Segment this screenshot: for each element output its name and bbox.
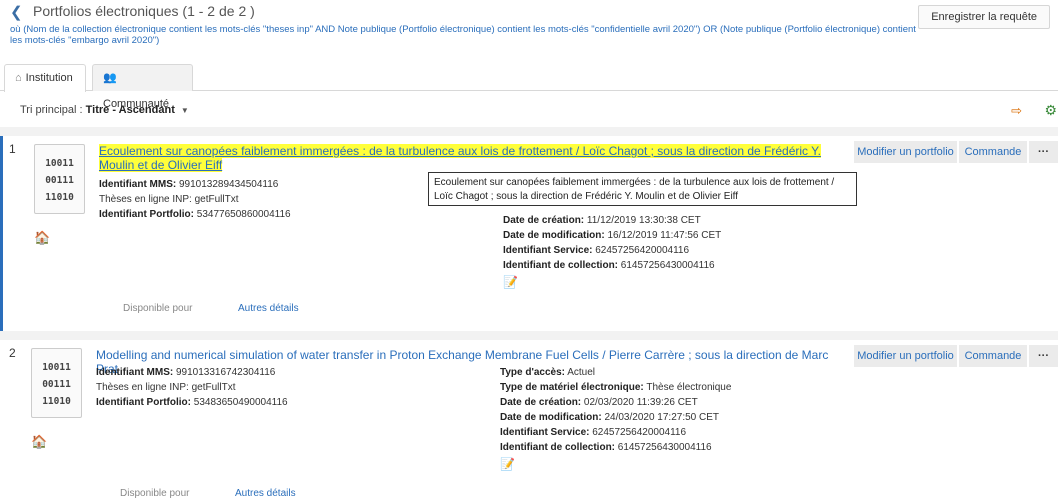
field-value: 11/12/2019 13:30:38 CET bbox=[586, 215, 701, 226]
field-modified: Date de modification: 24/03/2020 17:27:5… bbox=[500, 412, 719, 423]
sort-prefix: Tri principal : bbox=[20, 104, 83, 116]
save-query-button[interactable]: Enregistrer la requête bbox=[918, 5, 1050, 29]
field-label: Identifiant Portfolio: bbox=[99, 209, 194, 220]
home-icon: 🏠 bbox=[31, 434, 48, 449]
other-details-link[interactable]: Autres détails bbox=[235, 488, 296, 499]
field-label: Identifiant Service: bbox=[503, 245, 593, 256]
field-value: 61457256430004116 bbox=[617, 442, 712, 453]
field-service-line: Thèses en ligne INP: getFullTxt bbox=[96, 382, 236, 393]
result-title-link[interactable]: Ecoulement sur canopées faiblement immer… bbox=[99, 144, 851, 172]
thumb-digits: 00111 bbox=[42, 379, 71, 390]
tab-institution[interactable]: ⌂ Institution bbox=[4, 64, 86, 92]
field-value: 02/03/2020 11:39:26 CET bbox=[583, 397, 698, 408]
order-button[interactable]: Commande bbox=[959, 345, 1027, 367]
result-title-text: Ecoulement sur canopées faiblement immer… bbox=[99, 144, 821, 172]
modify-portfolio-button[interactable]: Modifier un portfolio bbox=[854, 345, 957, 367]
page-title: Portfolios électroniques (1 - 2 de 2 ) bbox=[33, 3, 255, 19]
back-button[interactable]: ❮ bbox=[10, 3, 23, 21]
available-for-link[interactable]: Disponible pour bbox=[123, 303, 193, 314]
portfolio-thumbnail: 10011 00111 11010 bbox=[34, 144, 85, 214]
portfolio-thumbnail: 10011 00111 11010 bbox=[31, 348, 82, 418]
note-icon[interactable]: 📝 bbox=[503, 275, 518, 289]
sort-dropdown[interactable]: Tri principal : Titre - Ascendant ▼ bbox=[20, 104, 189, 116]
field-value: 53477650860004116 bbox=[196, 209, 291, 220]
field-portfolio-id: Identifiant Portfolio: 53477650860004116 bbox=[99, 209, 291, 220]
field-label: Identifiant Service: bbox=[500, 427, 590, 438]
field-value: Thèses en ligne INP: getFullTxt bbox=[96, 382, 236, 393]
field-value: 16/12/2019 11:47:56 CET bbox=[607, 230, 722, 241]
home-icon: 🏠 bbox=[34, 230, 51, 245]
field-label: Date de création: bbox=[500, 397, 582, 408]
field-material-type: Type de matériel électronique: Thèse éle… bbox=[500, 382, 731, 393]
field-label: Type de matériel électronique: bbox=[500, 382, 644, 393]
field-label: Date de création: bbox=[503, 215, 585, 226]
thumb-digits: 10011 bbox=[42, 362, 71, 373]
sort-value: Titre - Ascendant bbox=[85, 104, 175, 116]
field-label: Identifiant Portfolio: bbox=[96, 397, 191, 408]
field-label: Identifiant de collection: bbox=[500, 442, 616, 453]
field-label: Type d'accès: bbox=[500, 367, 565, 378]
sort-bar: Tri principal : Titre - Ascendant ▼ ⇨ ⚙ bbox=[0, 98, 1058, 124]
field-mms-id: Identifiant MMS: 991013316742304116 bbox=[96, 367, 275, 378]
field-created: Date de création: 11/12/2019 13:30:38 CE… bbox=[503, 215, 701, 226]
thumb-digits: 11010 bbox=[45, 192, 74, 203]
field-value: 24/03/2020 17:27:50 CET bbox=[604, 412, 719, 423]
more-actions-button[interactable]: ··· bbox=[1029, 345, 1058, 367]
field-mms-id: Identifiant MMS: 991013289434504116 bbox=[99, 179, 278, 190]
field-label: Date de modification: bbox=[500, 412, 602, 423]
field-access-type: Type d'accès: Actuel bbox=[500, 367, 595, 378]
thumb-digits: 11010 bbox=[42, 396, 71, 407]
action-group: Modifier un portfolio Commande ··· bbox=[848, 345, 1058, 367]
export-icon[interactable]: ⇨ bbox=[1011, 103, 1022, 119]
users-icon: 👥 bbox=[103, 72, 117, 84]
result-card: 1 10011 00111 11010 🏠 Ecoulement sur can… bbox=[0, 136, 1058, 331]
field-modified: Date de modification: 16/12/2019 11:47:5… bbox=[503, 230, 721, 241]
field-label: Identifiant MMS: bbox=[99, 179, 177, 190]
query-description: où (Nom de la collection électronique co… bbox=[10, 24, 916, 46]
result-index: 1 bbox=[9, 142, 16, 156]
thumb-digits: 00111 bbox=[45, 175, 74, 186]
more-actions-button[interactable]: ··· bbox=[1029, 141, 1058, 163]
field-collection-id: Identifiant de collection: 6145725643000… bbox=[500, 442, 712, 453]
note-icon[interactable]: 📝 bbox=[500, 457, 515, 471]
field-value: 61457256430004116 bbox=[620, 260, 715, 271]
field-value: 62457256420004116 bbox=[595, 245, 690, 256]
field-label: Identifiant MMS: bbox=[96, 367, 174, 378]
field-value: 991013316742304116 bbox=[176, 367, 276, 378]
field-service-line: Thèses en ligne INP: getFullTxt bbox=[99, 194, 239, 205]
field-service-id: Identifiant Service: 62457256420004116 bbox=[500, 427, 686, 438]
page-header: ❮ Portfolios électroniques (1 - 2 de 2 )… bbox=[0, 0, 1058, 60]
field-label: Identifiant de collection: bbox=[503, 260, 619, 271]
result-card: 2 10011 00111 11010 🏠 Modelling and nume… bbox=[0, 340, 1058, 502]
gear-icon[interactable]: ⚙ bbox=[1044, 102, 1057, 119]
home-icon: ⌂ bbox=[15, 72, 22, 84]
field-portfolio-id: Identifiant Portfolio: 53483650490004116 bbox=[96, 397, 288, 408]
field-value: Thèses en ligne INP: getFullTxt bbox=[99, 194, 239, 205]
field-value: 53483650490004116 bbox=[193, 397, 288, 408]
thumb-digits: 10011 bbox=[45, 158, 74, 169]
action-group: Modifier un portfolio Commande ··· bbox=[848, 141, 1058, 163]
available-for-link[interactable]: Disponible pour bbox=[120, 488, 190, 499]
order-button[interactable]: Commande bbox=[959, 141, 1027, 163]
field-created: Date de création: 02/03/2020 11:39:26 CE… bbox=[500, 397, 698, 408]
field-value: 991013289434504116 bbox=[179, 179, 279, 190]
modify-portfolio-button[interactable]: Modifier un portfolio bbox=[854, 141, 957, 163]
field-value: Actuel bbox=[567, 367, 596, 378]
field-value: Thèse électronique bbox=[646, 382, 732, 393]
other-details-link[interactable]: Autres détails bbox=[238, 303, 299, 314]
tab-bar: ⌂ Institution 👥Communauté bbox=[0, 64, 1058, 110]
field-label: Date de modification: bbox=[503, 230, 605, 241]
title-tooltip: Ecoulement sur canopées faiblement immer… bbox=[428, 172, 857, 206]
result-index: 2 bbox=[9, 346, 16, 360]
field-collection-id: Identifiant de collection: 6145725643000… bbox=[503, 260, 715, 271]
tab-label: Institution bbox=[25, 72, 73, 84]
field-service-id: Identifiant Service: 62457256420004116 bbox=[503, 245, 689, 256]
field-value: 62457256420004116 bbox=[592, 427, 687, 438]
caret-down-icon: ▼ bbox=[180, 106, 189, 115]
tab-community[interactable]: 👥Communauté bbox=[92, 64, 193, 110]
